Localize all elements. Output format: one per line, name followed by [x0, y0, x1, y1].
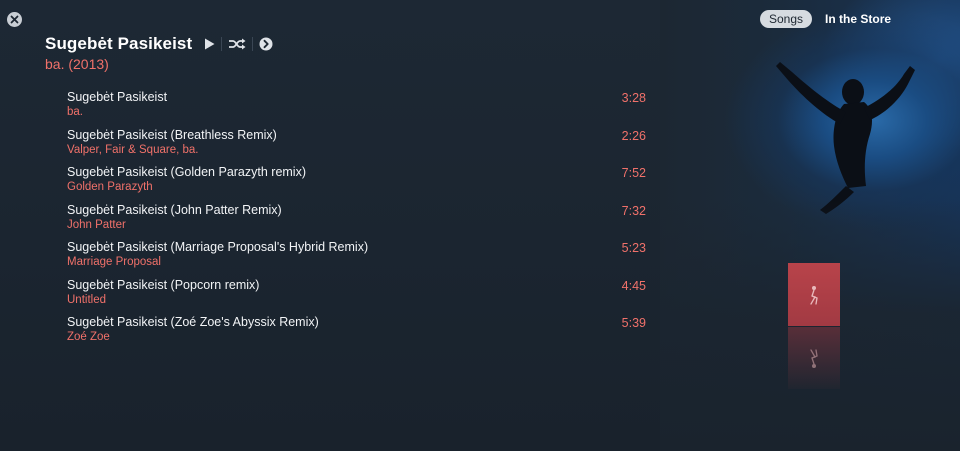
tab-in-the-store[interactable]: In the Store — [825, 12, 891, 26]
album-controls — [204, 35, 273, 53]
track-row[interactable]: Sugebėt Pasikeist (Popcorn remix) Untitl… — [67, 278, 647, 316]
shuffle-button[interactable] — [228, 38, 246, 50]
play-button[interactable] — [204, 38, 215, 50]
track-duration: 5:39 — [621, 316, 646, 330]
album-subtitle: ba. (2013) — [45, 56, 109, 72]
album-panel: Sugebėt Pasikeist ba. (2013) Songs In th… — [0, 0, 960, 451]
figure-icon — [810, 285, 818, 305]
track-title: Sugebėt Pasikeist (Breathless Remix) — [67, 127, 277, 142]
track-duration: 3:28 — [621, 91, 646, 105]
track-artist[interactable]: Untitled — [67, 294, 106, 306]
track-duration: 5:23 — [621, 241, 646, 255]
mini-album-cover[interactable] — [788, 263, 840, 326]
track-duration: 4:45 — [621, 278, 646, 293]
track-row[interactable]: Sugebėt Pasikeist ba. 3:28 — [67, 90, 647, 128]
more-button[interactable] — [259, 37, 273, 51]
mini-album-cover-reflection — [788, 327, 840, 389]
track-artist[interactable]: ba. — [67, 106, 83, 118]
track-duration: 7:52 — [621, 166, 646, 180]
track-row[interactable]: Sugebėt Pasikeist (Breathless Remix) Val… — [67, 128, 647, 166]
track-row[interactable]: Sugebėt Pasikeist (John Patter Remix) Jo… — [67, 203, 647, 241]
track-title: Sugebėt Pasikeist (Popcorn remix) — [67, 277, 260, 292]
track-row[interactable]: Sugebėt Pasikeist (Marriage Proposal's H… — [67, 240, 647, 278]
track-list: Sugebėt Pasikeist ba. 3:28 Sugebėt Pasik… — [67, 90, 647, 353]
track-duration: 2:26 — [621, 128, 646, 143]
close-button[interactable] — [7, 12, 22, 27]
divider — [221, 37, 222, 51]
arrow-circle-icon — [259, 37, 273, 51]
track-artist[interactable]: Valper, Fair & Square, ba. — [67, 144, 198, 156]
dancer-silhouette-image — [776, 62, 915, 214]
track-row[interactable]: Sugebėt Pasikeist (Zoé Zoe's Abyssix Rem… — [67, 315, 647, 353]
view-tabs: Songs In the Store — [760, 10, 891, 28]
shuffle-icon — [229, 38, 246, 50]
track-artist[interactable]: Golden Parazyth — [67, 181, 153, 193]
track-row[interactable]: Sugebėt Pasikeist (Golden Parazyth remix… — [67, 165, 647, 203]
tab-songs[interactable]: Songs — [760, 10, 813, 28]
track-artist[interactable]: Marriage Proposal — [67, 256, 161, 268]
play-icon — [205, 38, 215, 50]
track-title: Sugebėt Pasikeist (John Patter Remix) — [67, 202, 282, 217]
track-title: Sugebėt Pasikeist (Marriage Proposal's H… — [67, 240, 369, 254]
track-artist[interactable]: Zoé Zoe — [67, 331, 110, 343]
close-icon — [10, 15, 19, 24]
album-title: Sugebėt Pasikeist — [45, 34, 193, 53]
track-duration: 7:32 — [621, 203, 646, 218]
track-title: Sugebėt Pasikeist (Zoé Zoe's Abyssix Rem… — [67, 315, 319, 329]
track-title: Sugebėt Pasikeist — [67, 90, 168, 104]
track-title: Sugebėt Pasikeist (Golden Parazyth remix… — [67, 165, 306, 179]
figure-reflection-icon — [810, 349, 818, 368]
track-artist[interactable]: John Patter — [67, 219, 126, 231]
divider — [252, 37, 253, 51]
